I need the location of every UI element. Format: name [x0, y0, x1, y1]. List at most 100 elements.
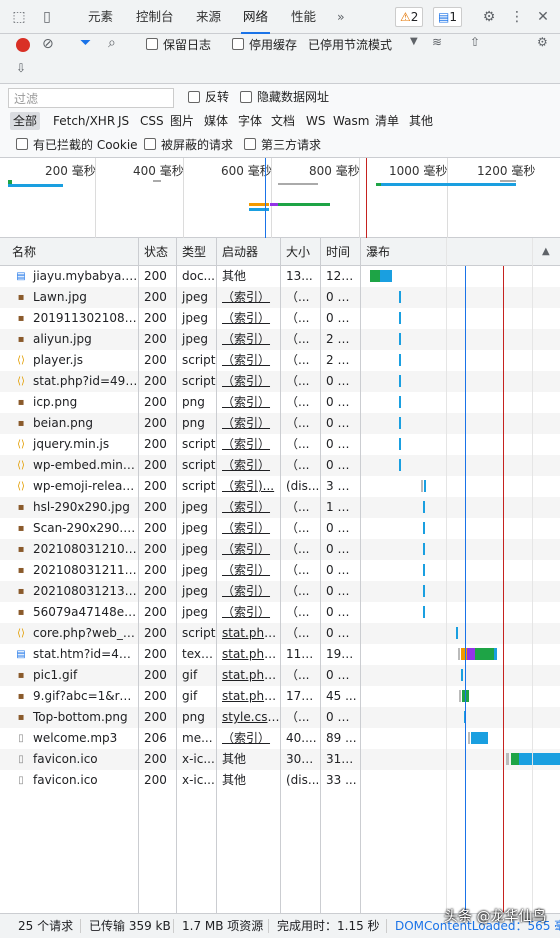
resources-size: 1.7 MB 项资源 [182, 919, 264, 933]
request-initiator[interactable]: （索引） [218, 413, 280, 434]
request-status: 200 [144, 626, 167, 640]
request-status: 200 [144, 479, 167, 493]
throttling-select[interactable]: 已停用节流模式 [308, 36, 392, 53]
gear-icon[interactable]: ⚙ [480, 8, 498, 26]
kebab-menu-icon[interactable]: ⋮ [508, 8, 526, 26]
record-icon[interactable] [16, 38, 30, 52]
type-filter-media[interactable]: 媒体 [201, 112, 231, 130]
preserve-log-checkbox[interactable] [146, 38, 158, 50]
request-status: 200 [144, 521, 167, 535]
request-initiator[interactable]: （索引） [218, 287, 280, 308]
device-toolbar-icon[interactable]: ▯ [38, 8, 56, 26]
request-size: （... [286, 542, 310, 556]
messages-badge[interactable]: ▤1 [433, 7, 462, 27]
blocked-cookies-checkbox[interactable] [16, 138, 28, 150]
request-name: favicon.ico [33, 773, 98, 787]
request-initiator[interactable]: （索引） [218, 455, 280, 476]
type-filter-fetch-xhr[interactable]: Fetch/XHR [50, 112, 118, 130]
hide-data-urls-checkbox[interactable] [240, 91, 252, 103]
request-initiator[interactable]: （索引） [218, 581, 280, 602]
request-initiator[interactable]: stat.php... [218, 686, 280, 707]
network-conditions-icon[interactable]: ≋ [432, 35, 442, 49]
third-party-checkbox[interactable] [244, 138, 256, 150]
export-har-icon[interactable]: ⇩ [16, 61, 26, 75]
network-controls: ⊘ ⏷ ⌕ 保留日志 停用缓存 已停用节流模式 ▼ ≋ ⇧ ⚙ ⇩ [0, 34, 560, 84]
type-filter-doc[interactable]: 文档 [268, 112, 298, 130]
tab-elements[interactable]: 元素 [86, 0, 115, 34]
tab-console[interactable]: 控制台 [134, 0, 176, 34]
network-settings-gear-icon[interactable]: ⚙ [537, 35, 548, 49]
request-type: jpeg [182, 584, 208, 598]
column-header-size[interactable]: 大小 [282, 238, 310, 266]
waterfall-bar [421, 480, 423, 492]
request-initiator[interactable]: （索引)... [218, 476, 280, 497]
request-initiator[interactable]: style.css... [218, 707, 280, 728]
type-filter-img[interactable]: 图片 [167, 112, 197, 130]
close-icon[interactable]: ✕ [534, 8, 552, 26]
request-initiator[interactable]: stat.php... [218, 623, 280, 644]
image-icon: ▪ [17, 586, 25, 597]
column-header-type[interactable]: 类型 [178, 238, 206, 266]
column-header-status[interactable]: 状态 [140, 238, 168, 266]
disable-cache-checkbox[interactable] [232, 38, 244, 50]
clear-icon[interactable]: ⊘ [42, 36, 54, 52]
tab-performance[interactable]: 性能 [289, 0, 318, 34]
type-filter-css[interactable]: CSS [137, 112, 167, 130]
type-filter-wasm[interactable]: Wasm [330, 112, 372, 130]
more-tabs-button[interactable]: » [335, 0, 347, 34]
type-filter-js[interactable]: JS [115, 112, 132, 130]
request-time: 192... [326, 647, 360, 661]
invert-checkbox[interactable] [188, 91, 200, 103]
network-overview[interactable]: 200 毫秒 400 毫秒 600 毫秒 800 毫秒 1000 毫秒 1200… [0, 158, 560, 238]
request-initiator[interactable]: （索引） [218, 371, 280, 392]
column-header-initiator[interactable]: 启动器 [218, 238, 258, 266]
tab-network[interactable]: 网络 [241, 0, 271, 34]
request-initiator[interactable]: （索引） [218, 329, 280, 350]
request-name: player.js [33, 353, 84, 367]
search-icon[interactable]: ⌕ [108, 35, 116, 51]
chevron-down-icon[interactable]: ▼ [410, 36, 418, 47]
request-initiator[interactable]: （索引） [218, 602, 280, 623]
request-initiator[interactable]: （索引） [218, 560, 280, 581]
warnings-badge[interactable]: ⚠2 [395, 7, 424, 27]
sort-ascending-icon[interactable]: ▲ [538, 238, 550, 266]
request-initiator[interactable]: （索引） [218, 434, 280, 455]
waterfall-bar [399, 438, 401, 450]
image-icon: ▪ [17, 502, 25, 513]
filter-icon[interactable]: ⏷ [80, 35, 91, 51]
type-filter-font[interactable]: 字体 [235, 112, 265, 130]
column-header-name[interactable]: 名称 [8, 238, 36, 266]
request-initiator[interactable]: （索引） [218, 518, 280, 539]
inspect-element-icon[interactable]: ⬚ [10, 8, 28, 26]
request-type: png [182, 416, 205, 430]
image-icon: ▪ [17, 670, 25, 681]
blocked-requests-checkbox[interactable] [144, 138, 156, 150]
request-initiator[interactable]: （索引） [218, 350, 280, 371]
request-name: 20191130210814... [33, 311, 138, 325]
column-header-time[interactable]: 时间 [322, 238, 350, 266]
waterfall-bar [424, 480, 426, 492]
request-initiator[interactable]: （索引） [218, 539, 280, 560]
filter-input[interactable]: 过滤 [8, 88, 174, 108]
request-type: script [182, 374, 216, 388]
request-type: doc... [182, 269, 215, 283]
type-filter-ws[interactable]: WS [303, 112, 328, 130]
request-initiator[interactable]: stat.php... [218, 644, 280, 665]
column-header-waterfall[interactable]: 瀑布 [362, 238, 390, 266]
request-size: （... [286, 374, 310, 388]
type-filter-manifest[interactable]: 清单 [372, 112, 402, 130]
import-har-icon[interactable]: ⇧ [470, 35, 480, 49]
type-filter-other[interactable]: 其他 [406, 112, 436, 130]
request-initiator[interactable]: stat.php... [218, 665, 280, 686]
file-icon: ▯ [18, 754, 24, 765]
request-initiator[interactable]: （索引） [218, 728, 280, 749]
type-filter-all[interactable]: 全部 [10, 112, 41, 130]
request-initiator[interactable]: （索引） [218, 308, 280, 329]
request-size: （... [286, 626, 310, 640]
request-initiator[interactable]: （索引） [218, 392, 280, 413]
waterfall-bar [423, 522, 425, 534]
request-time: 318... [326, 752, 360, 766]
request-name: 20210803121135... [33, 563, 138, 577]
tab-sources[interactable]: 来源 [194, 0, 223, 34]
request-initiator[interactable]: （索引） [218, 497, 280, 518]
